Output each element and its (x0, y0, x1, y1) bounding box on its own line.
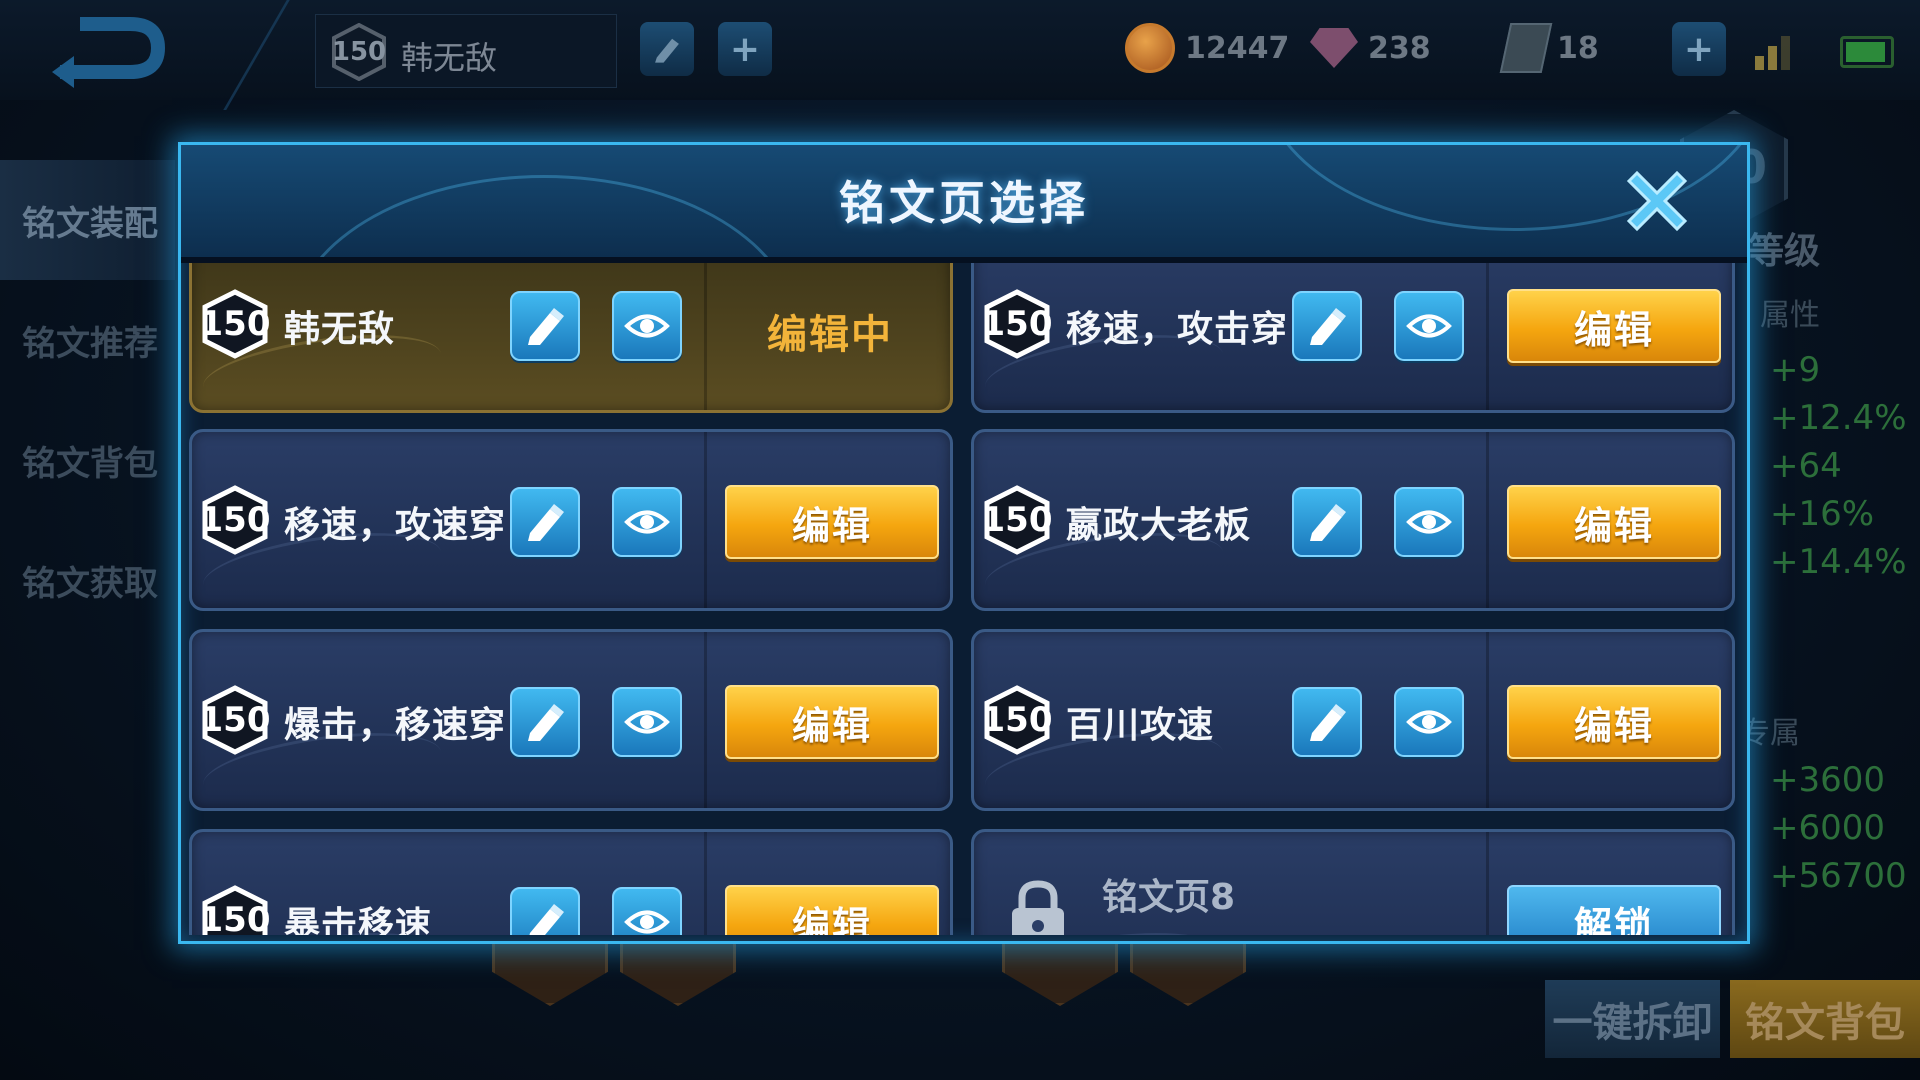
attr-value: +9 (1770, 350, 1821, 390)
rune-page-card[interactable]: 150 嬴政大老板 编辑 (971, 429, 1735, 611)
locked-rune-page-card[interactable]: 铭文页8 解锁 (971, 829, 1735, 935)
editing-status: 编辑中 (767, 312, 893, 358)
rename-pen-icon[interactable] (1292, 687, 1362, 757)
signal-icon (1755, 30, 1799, 70)
card-divider (704, 263, 707, 410)
rename-pen-icon[interactable] (510, 487, 580, 557)
player-level-badge: 150 (330, 23, 388, 81)
page-name: 移速，攻击穿 (1066, 309, 1289, 350)
top-bar: 150 韩无敌 + 12447 238 18 + (0, 0, 1920, 110)
preview-eye-icon[interactable] (612, 487, 682, 557)
card-divider (704, 632, 707, 808)
edit-button[interactable]: 编辑 (1507, 685, 1721, 759)
add-page-button[interactable]: + (718, 22, 772, 76)
battery-icon (1840, 36, 1894, 68)
page-level-badge: 150 (982, 685, 1053, 755)
rename-pen-icon[interactable] (1292, 487, 1362, 557)
side-menu: 铭文装配 铭文推荐 铭文背包 铭文获取 (0, 160, 175, 640)
page-name: 韩无敌 (284, 309, 396, 350)
edit-button[interactable]: 编辑 (725, 685, 939, 759)
dialog-header: 铭文页选择 (181, 145, 1747, 263)
attr-value: +12.4% (1770, 398, 1907, 438)
rename-pen-icon[interactable] (510, 687, 580, 757)
edit-button[interactable]: 编辑 (1507, 289, 1721, 363)
edit-button[interactable]: 编辑 (725, 885, 939, 935)
card-divider (1486, 632, 1489, 808)
rename-pen-icon[interactable] (510, 291, 580, 361)
ticket-icon (1499, 23, 1553, 73)
side-item-bag[interactable]: 铭文背包 (0, 400, 175, 520)
rune-page-grid: 150 韩无敌 编辑中 150 移速，攻击穿 编辑 150 移速，攻速穿 编辑 … (189, 263, 1739, 935)
page-name: 铭文页8 (1102, 877, 1236, 918)
preview-eye-icon[interactable] (1394, 291, 1464, 361)
rune-page-card[interactable]: 150 暴击移速 编辑 (189, 829, 953, 935)
attr-value: +64 (1770, 446, 1842, 486)
edit-button[interactable]: 编辑 (725, 485, 939, 559)
rename-pen-icon[interactable] (640, 22, 694, 76)
header-divider (163, 0, 290, 110)
player-name: 韩无敌 (401, 39, 498, 77)
page-level-badge: 150 (982, 485, 1053, 555)
rune-page-card[interactable]: 150 移速，攻速穿 编辑 (189, 429, 953, 611)
rename-pen-icon[interactable] (1292, 291, 1362, 361)
preview-eye-icon[interactable] (612, 291, 682, 361)
level-label: 等级 (1748, 231, 1821, 272)
page-level-badge: 150 (200, 289, 271, 359)
preview-eye-icon[interactable] (612, 887, 682, 935)
card-divider (1486, 263, 1489, 410)
card-divider (704, 432, 707, 608)
page-name: 百川攻速 (1066, 705, 1215, 746)
dialog-title: 铭文页选择 (839, 176, 1089, 230)
rune-page-card[interactable]: 150 移速，攻击穿 编辑 (971, 263, 1735, 413)
exclusive-value: +6000 (1770, 808, 1886, 848)
gem-counter: 238 (1310, 24, 1431, 72)
gold-counter: 12447 (1125, 23, 1289, 73)
preview-eye-icon[interactable] (612, 687, 682, 757)
exclusive-value: +56700 (1770, 856, 1907, 896)
back-arrow-icon[interactable] (40, 12, 170, 88)
card-divider (1486, 432, 1489, 608)
rename-pen-icon[interactable] (510, 887, 580, 935)
unlock-button[interactable]: 解锁 (1507, 885, 1721, 935)
card-divider (704, 832, 707, 935)
player-info: 150 韩无敌 (315, 14, 617, 88)
recharge-plus-button[interactable]: + (1672, 22, 1726, 76)
page-name: 嬴政大老板 (1066, 505, 1252, 546)
side-item-recommend[interactable]: 铭文推荐 (0, 280, 175, 400)
plus-icon: + (729, 28, 761, 70)
page-level-badge: 150 (982, 289, 1053, 359)
gold-coin-icon (1125, 23, 1175, 73)
page-name: 爆击，移速穿 (284, 705, 507, 746)
side-item-equip[interactable]: 铭文装配 (0, 160, 175, 280)
page-name: 暴击移速 (284, 905, 433, 935)
lock-icon (1002, 876, 1074, 935)
rune-page-card[interactable]: 150 韩无敌 编辑中 (189, 263, 953, 413)
edit-button[interactable]: 编辑 (1507, 485, 1721, 559)
rune-page-card[interactable]: 150 百川攻速 编辑 (971, 629, 1735, 811)
side-item-obtain[interactable]: 铭文获取 (0, 520, 175, 640)
close-icon[interactable] (1615, 159, 1699, 243)
attr-value: +16% (1770, 494, 1875, 534)
unequip-all-button[interactable]: 一键拆卸 (1545, 980, 1720, 1058)
page-name: 移速，攻速穿 (284, 505, 507, 546)
card-divider (1486, 832, 1489, 935)
rune-page-select-dialog: 铭文页选择 150 韩无敌 编辑中 150 移速，攻击穿 编辑 150 移速，攻… (178, 142, 1750, 944)
page-level-badge: 150 (200, 485, 271, 555)
rune-page-card[interactable]: 150 爆击，移速穿 编辑 (189, 629, 953, 811)
ticket-counter: 18 (1499, 23, 1599, 73)
preview-eye-icon[interactable] (1394, 487, 1464, 557)
exclusive-value: +3600 (1770, 760, 1886, 800)
page-level-badge: 150 (200, 885, 271, 935)
plus-icon: + (1683, 28, 1715, 70)
rune-bag-button[interactable]: 铭文背包 (1730, 980, 1920, 1058)
attr-title: 属性 (1760, 298, 1820, 333)
page-level-badge: 150 (200, 685, 271, 755)
attr-value: +14.4% (1770, 542, 1907, 582)
preview-eye-icon[interactable] (1394, 687, 1464, 757)
gem-icon (1310, 28, 1358, 68)
